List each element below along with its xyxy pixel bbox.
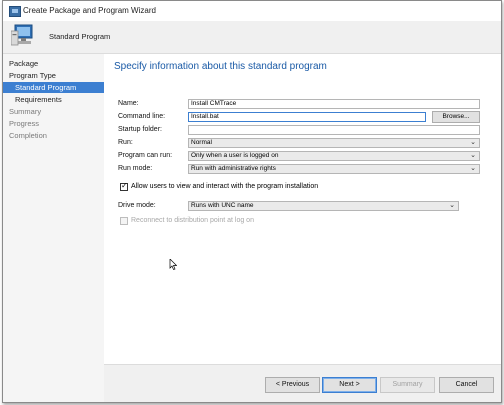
name-label: Name: (118, 100, 139, 107)
chevron-down-icon: ⌄ (470, 152, 476, 159)
main-content: Specify information about this standard … (104, 54, 501, 364)
run-select-value: Normal (191, 139, 212, 146)
drive-mode-select[interactable]: Runs with UNC name ⌄ (188, 201, 459, 211)
nav-item-requirements[interactable]: Requirements (15, 94, 62, 105)
chevron-down-icon: ⌄ (470, 165, 476, 172)
previous-button[interactable]: < Previous (265, 377, 320, 393)
next-button[interactable]: Next > (322, 377, 377, 393)
nav-item-completion: Completion (9, 131, 47, 140)
startup-folder-field[interactable] (188, 125, 480, 135)
name-field[interactable]: Install CMTrace (188, 99, 480, 109)
cancel-button[interactable]: Cancel (439, 377, 494, 393)
drive-mode-label: Drive mode: (118, 202, 156, 209)
run-label: Run: (118, 139, 133, 146)
summary-button: Summary (380, 377, 435, 393)
program-can-run-label: Program can run: (118, 152, 173, 159)
nav-item-program-type[interactable]: Program Type (9, 70, 56, 81)
nav-item-summary: Summary (9, 107, 42, 116)
mouse-cursor-icon (169, 259, 177, 270)
allow-interaction-checkbox[interactable] (120, 181, 128, 191)
nav-item-standard-program[interactable]: Standard Program (3, 82, 104, 93)
startup-folder-label: Startup folder: (118, 126, 162, 133)
header-title: Standard Program (49, 32, 111, 41)
window-app-icon (9, 6, 21, 17)
chevron-down-icon: ⌄ (470, 139, 476, 146)
wizard-footer: < Previous Next > Summary Cancel (104, 364, 501, 402)
run-mode-value: Run with administrative rights (191, 165, 276, 172)
chevron-down-icon: ⌄ (449, 202, 455, 209)
drive-mode-value: Runs with UNC name (191, 202, 254, 209)
nav-item-package[interactable]: Package (9, 58, 38, 69)
computer-setup-icon (11, 24, 33, 46)
page-title: Specify information about this standard … (114, 61, 327, 72)
reconnect-checkbox (120, 217, 128, 225)
nav-item-progress: Progress (9, 119, 40, 128)
program-can-run-select[interactable]: Only when a user is logged on ⌄ (188, 151, 480, 161)
reconnect-label: Reconnect to distribution point at log o… (131, 217, 254, 224)
run-mode-label: Run mode: (118, 165, 153, 172)
run-mode-select[interactable]: Run with administrative rights ⌄ (188, 164, 480, 174)
wizard-window: Create Package and Program Wizard Standa… (2, 0, 502, 403)
wizard-header: Standard Program (3, 21, 501, 54)
run-select[interactable]: Normal ⌄ (188, 138, 480, 148)
browse-button[interactable]: Browse... (432, 111, 480, 123)
wizard-steps-nav: Package Program Type Standard Program Re… (3, 54, 104, 402)
allow-interaction-label: Allow users to view and interact with th… (131, 183, 319, 190)
program-can-run-value: Only when a user is logged on (191, 152, 279, 159)
window-title: Create Package and Program Wizard (23, 6, 156, 15)
command-line-field[interactable]: Install.bat (188, 112, 426, 122)
command-line-label: Command line: (118, 113, 166, 120)
title-bar: Create Package and Program Wizard (3, 1, 501, 21)
